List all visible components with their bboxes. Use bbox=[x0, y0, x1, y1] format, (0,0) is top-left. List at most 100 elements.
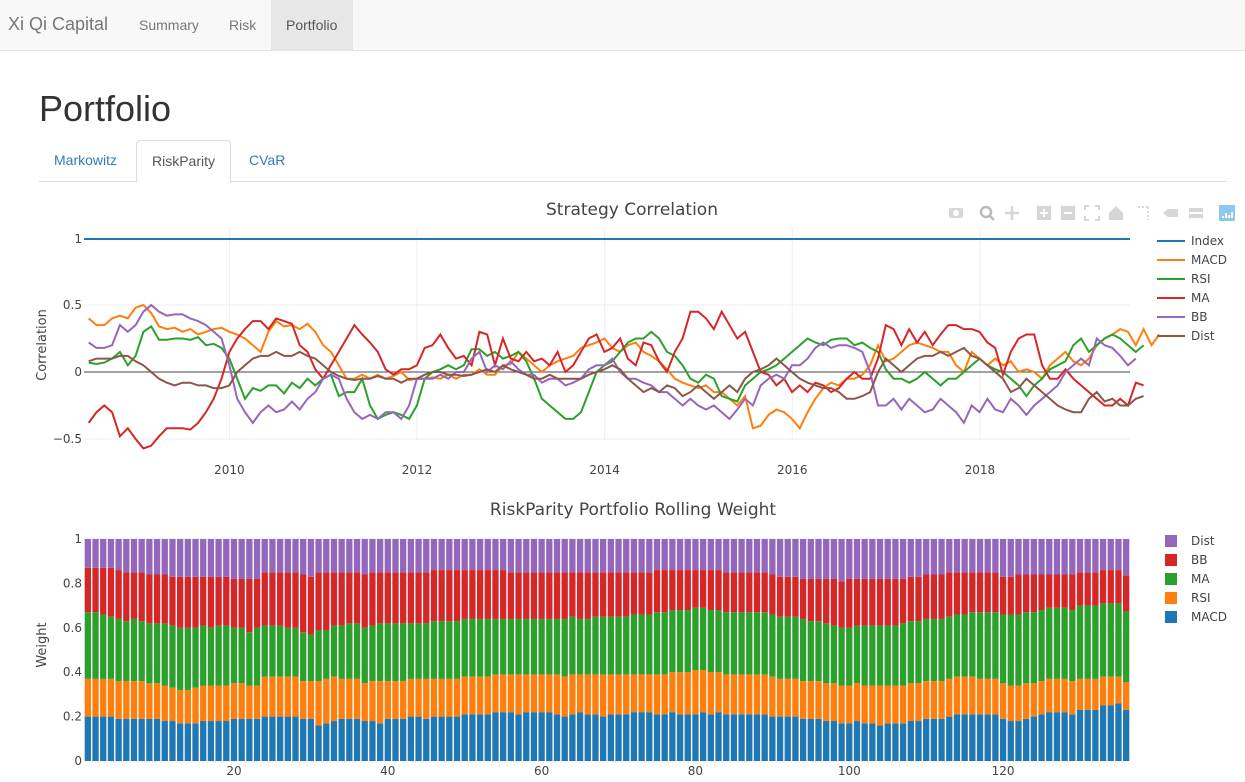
autoscale-icon[interactable] bbox=[1084, 205, 1100, 221]
bar-bb bbox=[84, 567, 91, 613]
pan-icon[interactable] bbox=[1005, 206, 1019, 220]
bar-rsi bbox=[623, 674, 630, 715]
camera-icon[interactable] bbox=[949, 208, 963, 218]
plotly-logo-icon[interactable] bbox=[1219, 205, 1235, 221]
legend-item-index[interactable]: Index bbox=[1157, 234, 1224, 248]
weight-legend[interactable]: Dist BB MA RSI MACD bbox=[1165, 534, 1227, 624]
bar-macd bbox=[776, 716, 784, 761]
bar-rsi bbox=[830, 683, 838, 722]
bar-ma bbox=[361, 627, 368, 684]
hover-compare-icon[interactable] bbox=[1189, 208, 1203, 218]
legend-item-dist[interactable]: Dist bbox=[1157, 329, 1215, 343]
bar-macd bbox=[207, 721, 215, 761]
bar-rsi bbox=[1046, 678, 1053, 713]
legend-label: BB bbox=[1191, 310, 1207, 324]
bar-ma bbox=[707, 610, 714, 673]
bar-bb bbox=[184, 576, 191, 628]
bar-macd bbox=[653, 714, 661, 761]
hover-closest-icon[interactable] bbox=[1163, 209, 1178, 217]
bar-rsi bbox=[869, 685, 876, 724]
bar-ma bbox=[861, 625, 868, 686]
legend-item-macd[interactable]: MACD bbox=[1165, 610, 1227, 624]
bar-dist bbox=[392, 539, 399, 573]
bar-bb bbox=[738, 572, 745, 613]
camera-lens bbox=[953, 210, 959, 216]
bar-bb bbox=[307, 576, 315, 635]
bar-bb bbox=[361, 574, 368, 628]
zoom-in-icon[interactable] bbox=[1037, 206, 1051, 220]
bar-ma bbox=[761, 612, 768, 675]
bar-rsi bbox=[276, 676, 284, 717]
zoom-icon[interactable] bbox=[979, 205, 995, 221]
bar-rsi bbox=[446, 678, 453, 717]
bar-macd bbox=[1076, 709, 1084, 761]
bar-ma bbox=[1038, 610, 1045, 682]
legend-item-bb[interactable]: BB bbox=[1165, 553, 1207, 567]
bar-rsi bbox=[484, 676, 491, 715]
correlation-chart[interactable]: Strategy Correlation Correlation 1 0.5 0 −0… bbox=[35, 200, 1227, 477]
x-tick-label: 2018 bbox=[965, 463, 996, 477]
legend-item-rsi[interactable]: RSI bbox=[1165, 591, 1211, 605]
bar-macd bbox=[184, 723, 191, 761]
bar-rsi bbox=[184, 689, 191, 724]
bar-dist bbox=[530, 539, 538, 573]
bar-rsi bbox=[676, 672, 684, 715]
bar-rsi bbox=[1007, 685, 1014, 722]
legend-item-ma[interactable]: MA bbox=[1165, 572, 1210, 586]
bar-dist bbox=[753, 539, 761, 573]
bar-dist bbox=[761, 539, 768, 573]
legend-item-ma[interactable]: MA bbox=[1157, 291, 1210, 305]
bar-bb bbox=[538, 572, 545, 619]
bar-dist bbox=[430, 539, 438, 571]
bar-rsi bbox=[784, 678, 791, 717]
bar-rsi bbox=[123, 681, 130, 719]
bar-dist bbox=[515, 539, 522, 573]
bar-dist bbox=[976, 539, 984, 573]
bar-macd bbox=[723, 714, 730, 761]
bar-bb bbox=[300, 574, 307, 633]
bar-macd bbox=[799, 718, 807, 761]
legend-label: MACD bbox=[1191, 610, 1227, 624]
bar-dist bbox=[484, 539, 491, 571]
bar-bb bbox=[830, 578, 838, 626]
legend-item-dist[interactable]: Dist bbox=[1165, 534, 1215, 548]
bar-dist bbox=[246, 539, 253, 579]
bar-macd bbox=[469, 714, 476, 761]
bar-rsi bbox=[884, 685, 891, 724]
bar-bb bbox=[261, 572, 268, 626]
bar-ma bbox=[423, 623, 430, 679]
legend-item-bb[interactable]: BB bbox=[1157, 310, 1207, 324]
bar-ma bbox=[676, 610, 684, 673]
bar-dist bbox=[130, 539, 138, 573]
correlation-legend[interactable]: Index MACD RSI MA BB Dist bbox=[1157, 234, 1227, 343]
bar-dist bbox=[653, 539, 661, 571]
bar-dist bbox=[338, 539, 345, 573]
bar-bb bbox=[507, 572, 515, 619]
home-icon[interactable] bbox=[1109, 206, 1123, 220]
bar-ma bbox=[169, 625, 176, 688]
bar-dist bbox=[376, 539, 384, 573]
bar-macd bbox=[323, 723, 330, 761]
bar-ma bbox=[869, 625, 876, 686]
bar-dist bbox=[492, 539, 499, 571]
bar-ma bbox=[192, 627, 199, 688]
bar-ma bbox=[823, 623, 830, 684]
bar-ma bbox=[446, 621, 453, 679]
bar-dist bbox=[307, 539, 315, 577]
bar-bb bbox=[1099, 570, 1107, 604]
bar-macd bbox=[1084, 709, 1091, 761]
spike-lines-icon[interactable] bbox=[1138, 206, 1149, 220]
bar-dist bbox=[461, 539, 468, 571]
legend-item-rsi[interactable]: RSI bbox=[1157, 272, 1211, 286]
weight-chart[interactable]: RiskParity Portfolio Rolling Weight Weig… bbox=[35, 500, 1227, 778]
bar-ma bbox=[838, 627, 845, 686]
legend-item-macd[interactable]: MACD bbox=[1157, 253, 1227, 267]
bar-macd bbox=[230, 718, 238, 761]
bar-macd bbox=[907, 721, 914, 761]
bar-dist bbox=[192, 539, 199, 577]
bar-rsi bbox=[769, 676, 776, 717]
bar-bb bbox=[438, 570, 445, 622]
x-tick-label: 2014 bbox=[589, 463, 620, 477]
zoom-out-icon[interactable] bbox=[1061, 206, 1075, 220]
bar-macd bbox=[953, 714, 961, 761]
